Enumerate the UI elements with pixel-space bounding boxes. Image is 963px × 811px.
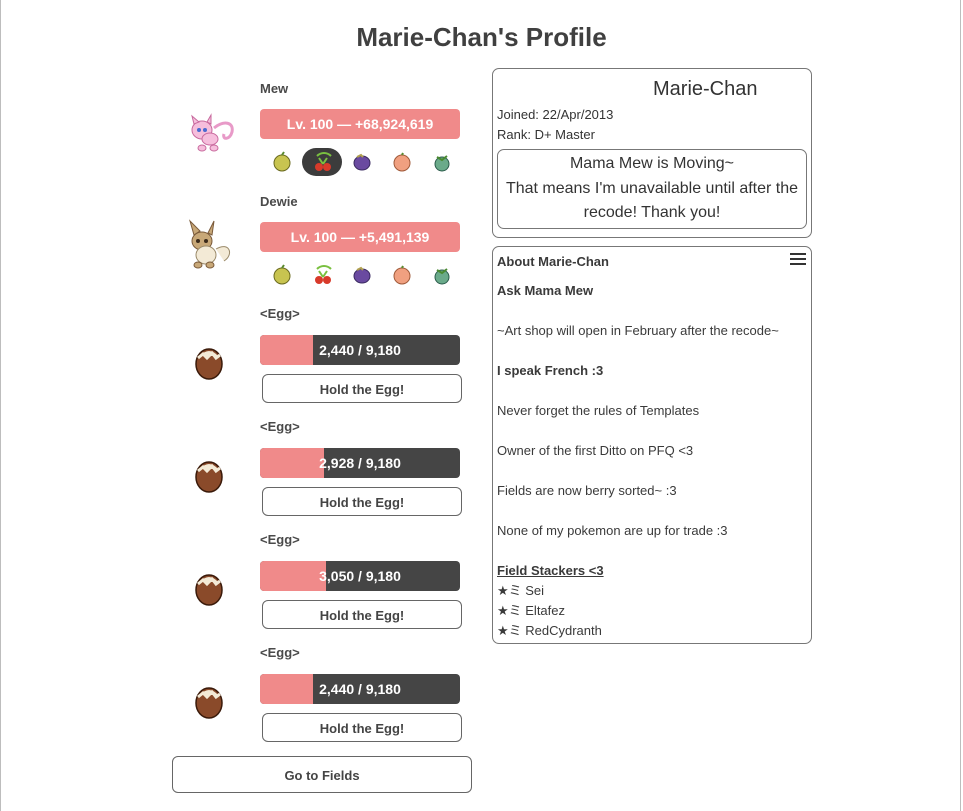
- hold-egg-button[interactable]: Hold the Egg!: [262, 374, 462, 403]
- egg-progress-bar: 2,440 / 9,180: [260, 674, 460, 704]
- about-line: None of my pokemon are up for trade :3: [497, 523, 728, 538]
- chesto-berry-icon[interactable]: [342, 261, 382, 289]
- pecha-berry-icon[interactable]: [382, 261, 422, 289]
- berry-selector: [260, 148, 460, 176]
- about-line: [497, 301, 807, 321]
- berry-selector: [260, 261, 460, 289]
- profile-rank: Rank: D+ Master: [497, 127, 595, 142]
- egg-sprite[interactable]: [192, 344, 226, 380]
- about-line: ★ミ RedCydranth: [497, 623, 602, 638]
- aspear-berry-icon[interactable]: [262, 261, 302, 289]
- egg-name[interactable]: <Egg>: [260, 306, 300, 321]
- egg-name[interactable]: <Egg>: [260, 532, 300, 547]
- hold-egg-button[interactable]: Hold the Egg!: [262, 600, 462, 629]
- about-line: Field Stackers <3: [497, 563, 604, 578]
- level-bar: Lv. 100 — +5,491,139: [260, 222, 460, 252]
- egg-progress-text: 2,928 / 9,180: [319, 455, 401, 471]
- egg-progress-bar: 3,050 / 9,180: [260, 561, 460, 591]
- egg-sprite[interactable]: [192, 683, 226, 719]
- about-line: [497, 341, 807, 361]
- about-panel: About Marie-Chan Ask Mama Mew ~Art shop w…: [492, 246, 812, 644]
- hold-egg-button[interactable]: Hold the Egg!: [262, 713, 462, 742]
- page-frame: [0, 0, 961, 811]
- status-message: Mama Mew is Moving~ That means I'm unava…: [497, 149, 807, 229]
- aspear-berry-icon[interactable]: [262, 148, 302, 176]
- mew-sprite[interactable]: [180, 106, 236, 162]
- about-line: Fields are now berry sorted~ :3: [497, 483, 677, 498]
- status-line: That means I'm unavailable until after t…: [505, 179, 799, 197]
- egg-progress-bar: 2,928 / 9,180: [260, 448, 460, 478]
- pokemon-name[interactable]: Dewie: [260, 194, 298, 209]
- egg-name[interactable]: <Egg>: [260, 419, 300, 434]
- cheri-berry-icon[interactable]: [302, 148, 342, 176]
- egg-sprite[interactable]: [192, 457, 226, 493]
- egg-progress-text: 3,050 / 9,180: [319, 568, 401, 584]
- about-line: Ask Mama Mew: [497, 283, 594, 298]
- about-line: ★ミ Sei: [497, 583, 545, 598]
- about-line: [497, 421, 807, 441]
- profile-card: Marie-Chan Joined: 22/Apr/2013 Rank: D+ …: [492, 68, 812, 238]
- about-line: [497, 461, 807, 481]
- hold-egg-button[interactable]: Hold the Egg!: [262, 487, 462, 516]
- about-line: Never forget the rules of Templates: [497, 403, 700, 418]
- about-title: About Marie-Chan: [497, 254, 609, 269]
- about-line: [497, 501, 807, 521]
- eevee-sprite[interactable]: [180, 219, 236, 275]
- about-body: Ask Mama Mew ~Art shop will open in Febru…: [497, 281, 807, 641]
- about-line: ★ミ Eltafez: [497, 603, 566, 618]
- level-bar: Lv. 100 — +68,924,619: [260, 109, 460, 139]
- profile-joined: Joined: 22/Apr/2013: [497, 107, 614, 122]
- egg-progress-text: 2,440 / 9,180: [319, 342, 401, 358]
- menu-icon[interactable]: [790, 253, 806, 267]
- about-line: I speak French :3: [497, 363, 604, 378]
- go-to-fields-button[interactable]: Go to Fields: [172, 756, 472, 793]
- about-line: [497, 541, 807, 561]
- egg-sprite[interactable]: [192, 570, 226, 606]
- rawst-berry-icon[interactable]: [422, 148, 462, 176]
- profile-username: Marie-Chan: [653, 78, 758, 100]
- egg-progress-bar: 2,440 / 9,180: [260, 335, 460, 365]
- about-line: ~Art shop will open in February after th…: [497, 323, 779, 338]
- pokemon-name[interactable]: Mew: [260, 81, 288, 96]
- status-line: recode! Thank you!: [583, 204, 721, 221]
- chesto-berry-icon[interactable]: [342, 148, 382, 176]
- rawst-berry-icon[interactable]: [422, 261, 462, 289]
- egg-name[interactable]: <Egg>: [260, 645, 300, 660]
- egg-progress-text: 2,440 / 9,180: [319, 681, 401, 697]
- status-line: Mama Mew is Moving~: [569, 155, 735, 172]
- about-line: [497, 381, 807, 401]
- page-title: Marie-Chan's Profile: [356, 22, 607, 52]
- about-line: Owner of the first Ditto on PFQ <3: [497, 443, 694, 458]
- pecha-berry-icon[interactable]: [382, 148, 422, 176]
- cheri-berry-icon[interactable]: [302, 261, 342, 289]
